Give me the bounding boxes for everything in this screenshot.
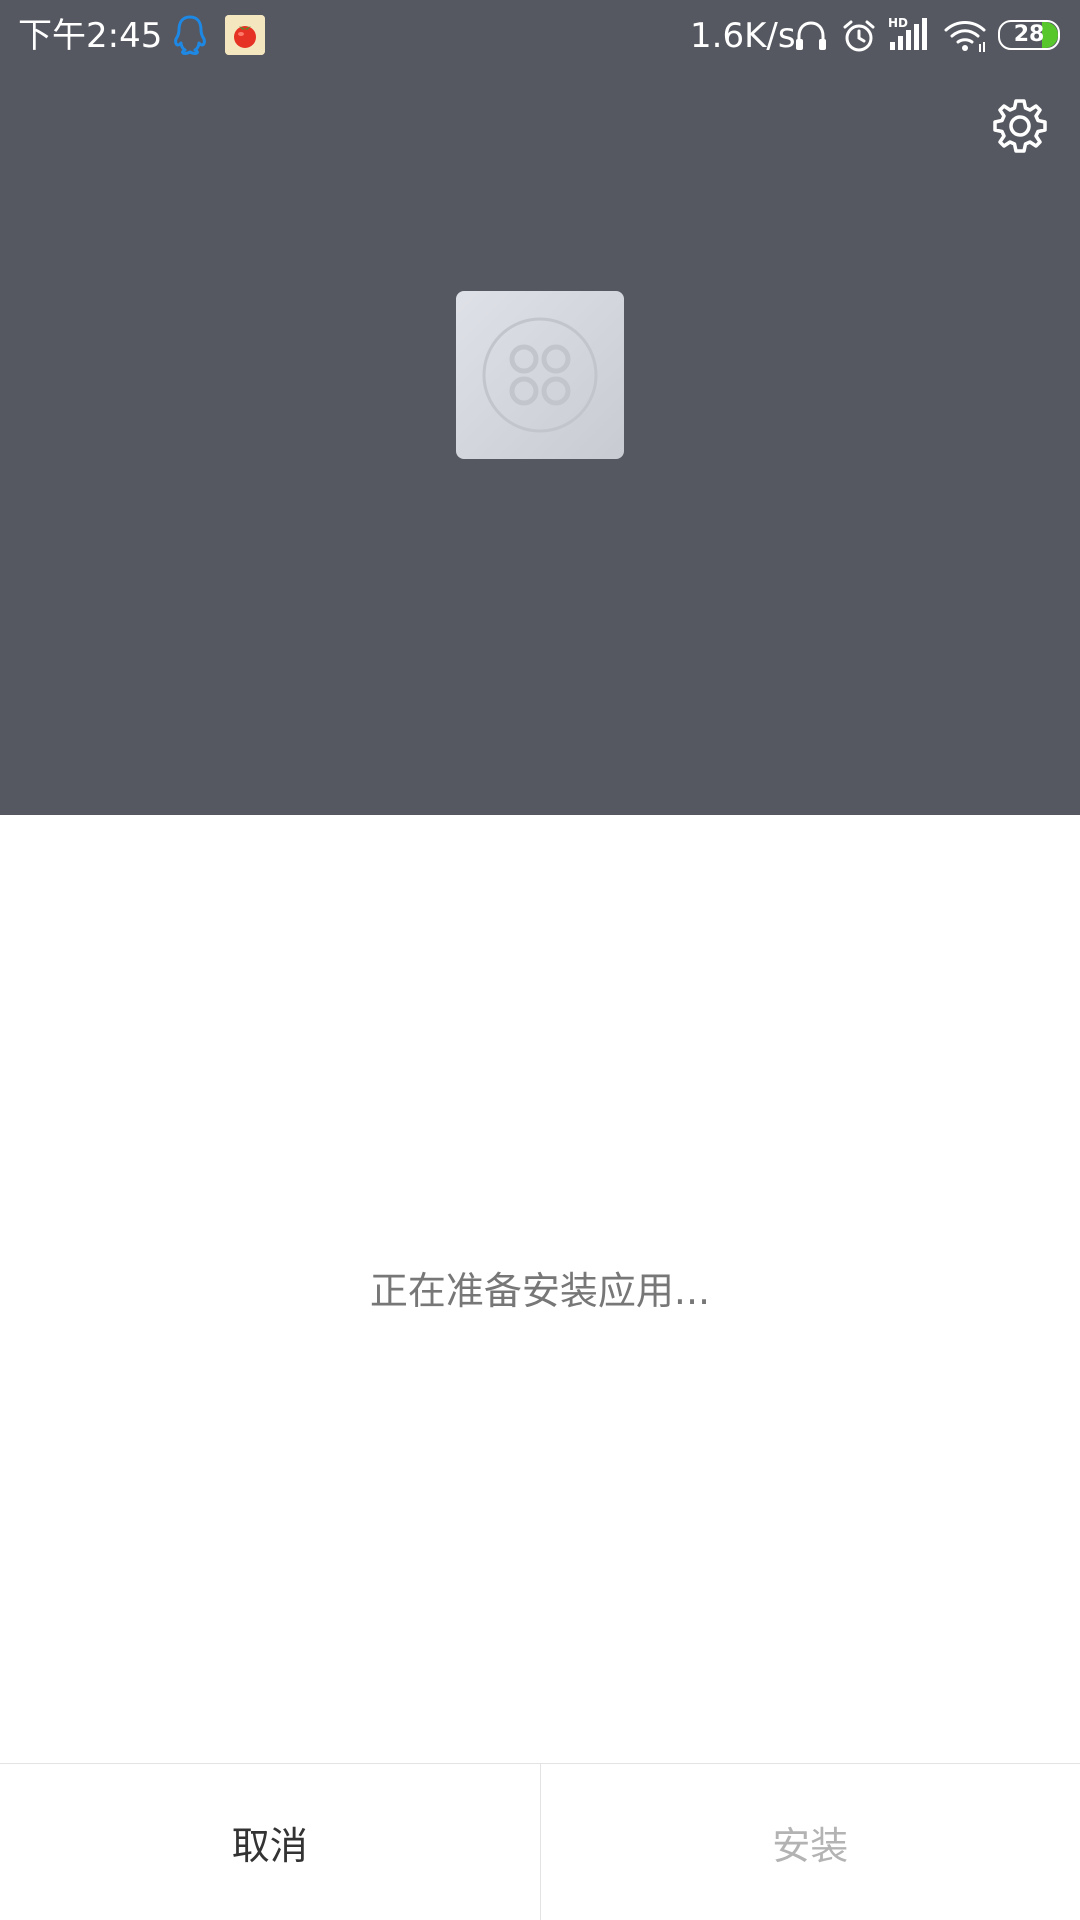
headset-icon [796, 21, 826, 50]
battery-icon: 28 [998, 20, 1062, 50]
header-panel: 下午2:45 1.6K/s HD 28 [0, 0, 1080, 815]
wifi-icon [944, 21, 986, 52]
action-bar: 取消 安装 [0, 1763, 1080, 1920]
placeholder-app-icon [456, 291, 624, 459]
status-bar: 下午2:45 1.6K/s HD 28 [0, 0, 1080, 74]
install-status-message: 正在准备安装应用... [369, 1269, 711, 1313]
alarm-icon [843, 20, 875, 52]
install-button[interactable]: 安装 [541, 1764, 1080, 1920]
qq-icon [174, 15, 206, 55]
app-notification-icon [225, 15, 265, 55]
hd-label: HD [888, 16, 909, 30]
cancel-button[interactable]: 取消 [0, 1764, 541, 1920]
status-time: 下午2:45 [18, 16, 163, 56]
gear-icon[interactable] [990, 96, 1050, 156]
battery-level: 28 [1013, 22, 1045, 47]
network-speed: 1.6K/s [690, 16, 796, 56]
